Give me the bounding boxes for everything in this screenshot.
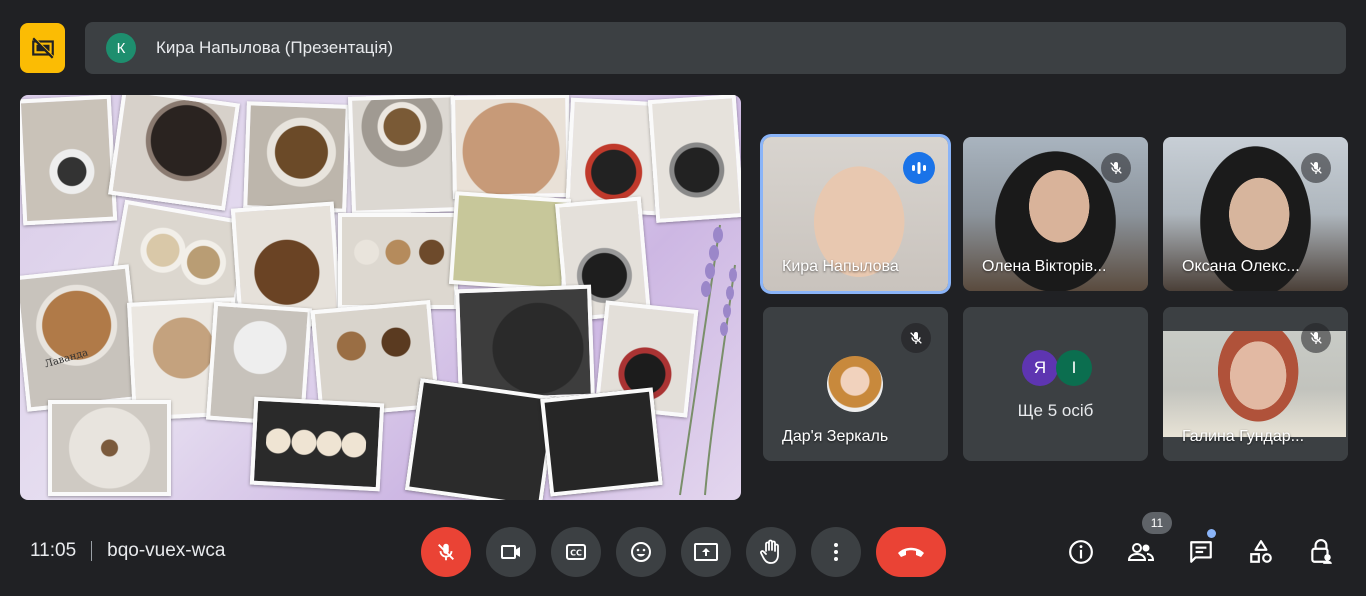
photo-petri bbox=[347, 95, 459, 215]
photo-sprouts-paper bbox=[448, 191, 572, 292]
photo-lavanda-1: Лаванда bbox=[20, 264, 143, 412]
photo-seeds-plate bbox=[48, 400, 171, 496]
chat-button[interactable] bbox=[1181, 532, 1221, 572]
mic-off-icon bbox=[1301, 153, 1331, 183]
presenter-bar: К Кира Напылова (Презентація) bbox=[85, 22, 1346, 74]
mic-off-icon bbox=[438, 543, 454, 561]
participant-count-badge: 11 bbox=[1142, 512, 1172, 534]
microphone-button[interactable] bbox=[421, 527, 471, 577]
activities-button[interactable] bbox=[1241, 532, 1281, 572]
participant-name: Галина Гундар... bbox=[1182, 428, 1305, 445]
participant-name: Олена Вікторів... bbox=[982, 258, 1107, 275]
meeting-details-button[interactable] bbox=[1061, 532, 1101, 572]
info-icon bbox=[1069, 540, 1093, 564]
chat-icon bbox=[1190, 541, 1212, 563]
mic-off-icon bbox=[901, 323, 931, 353]
call-end-icon bbox=[898, 547, 924, 557]
reactions-button[interactable] bbox=[616, 527, 666, 577]
present-button[interactable] bbox=[681, 527, 731, 577]
meeting-time: 11:05 bbox=[30, 540, 77, 561]
presenter-label: Кира Напылова (Презентація) bbox=[156, 38, 394, 57]
photo-tray bbox=[249, 396, 385, 492]
chat-notification-dot bbox=[1207, 529, 1216, 538]
participant-name: Оксана Олекс... bbox=[1182, 258, 1300, 275]
presentation-off-icon bbox=[31, 36, 54, 59]
others-label: Ще 5 осіб bbox=[1017, 401, 1094, 420]
participant-tile-darya[interactable]: Дар'я Зеркаль bbox=[763, 307, 948, 461]
participant-name: Дар'я Зеркаль bbox=[782, 428, 889, 445]
more-vert-icon bbox=[834, 543, 838, 561]
photo-dropper bbox=[243, 101, 350, 213]
leave-call-button[interactable] bbox=[876, 527, 946, 577]
participant-tile-halyna[interactable]: Галина Гундар... bbox=[1163, 307, 1348, 461]
present-screen-icon bbox=[694, 543, 718, 561]
participant-name: Кира Напылова bbox=[782, 258, 899, 275]
lock-person-icon bbox=[1311, 539, 1332, 564]
participant-tile-kyra[interactable]: Кира Напылова bbox=[763, 137, 948, 291]
mic-off-icon bbox=[1301, 323, 1331, 353]
camera-button[interactable] bbox=[486, 527, 536, 577]
emoji-icon bbox=[631, 542, 651, 562]
participant-tile-olena[interactable]: Олена Вікторів... bbox=[963, 137, 1148, 291]
avatar: Я bbox=[1022, 350, 1058, 386]
avatar bbox=[827, 356, 883, 412]
camera-icon bbox=[501, 545, 520, 559]
photo-seeds-cup bbox=[20, 95, 118, 226]
meeting-code: bqo-vuex-wca bbox=[107, 540, 226, 561]
shapes-icon bbox=[1250, 540, 1272, 563]
avatar: І bbox=[1056, 350, 1092, 386]
photo-pot-2 bbox=[647, 95, 741, 223]
closed-captions-icon: CC bbox=[566, 544, 586, 560]
captions-button[interactable]: CC bbox=[551, 527, 601, 577]
raise-hand-button[interactable] bbox=[746, 527, 796, 577]
svg-text:CC: CC bbox=[570, 549, 582, 558]
photo-soil-sprouts bbox=[455, 284, 595, 403]
people-button[interactable] bbox=[1121, 532, 1161, 572]
divider bbox=[91, 541, 93, 561]
photo-three-dishes bbox=[338, 213, 458, 309]
hide-presentation-button[interactable] bbox=[20, 23, 65, 73]
photo-filter-seeds bbox=[451, 95, 571, 200]
participant-tile-oksana[interactable]: Оксана Олекс... bbox=[1163, 137, 1348, 291]
meeting-info: 11:05 bqo-vuex-wca bbox=[30, 540, 225, 562]
photo-soil-pour bbox=[108, 95, 240, 211]
photo-soil-2 bbox=[540, 387, 663, 497]
slide-text-lavanda: Лаванда bbox=[43, 347, 90, 371]
photo-soil-1 bbox=[404, 377, 558, 500]
host-controls-button[interactable] bbox=[1301, 532, 1341, 572]
raise-hand-icon bbox=[760, 539, 779, 564]
others-tile[interactable]: Я І Ще 5 осіб bbox=[963, 307, 1148, 461]
shared-presentation: Лаванда bbox=[20, 95, 741, 500]
more-options-button[interactable] bbox=[811, 527, 861, 577]
mic-off-icon bbox=[1101, 153, 1131, 183]
speaking-indicator-icon bbox=[903, 152, 935, 184]
people-icon bbox=[1127, 543, 1155, 561]
presenter-avatar: К bbox=[106, 33, 136, 63]
lavender-decoration bbox=[679, 224, 737, 496]
